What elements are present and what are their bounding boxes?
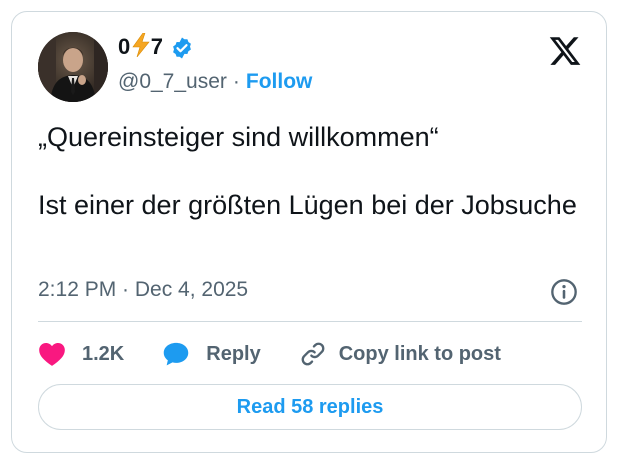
like-button[interactable]: 1.2K (38, 341, 162, 367)
link-icon (301, 342, 325, 366)
avatar[interactable] (38, 32, 108, 102)
tweet-timestamp[interactable]: 2:12 PM · Dec 4, 2025 (38, 278, 248, 302)
follow-link[interactable]: Follow (246, 70, 313, 94)
separator-dot: · (232, 70, 240, 93)
read-replies-button[interactable]: Read 58 replies (38, 384, 582, 430)
copy-link-button[interactable]: Copy link to post (299, 340, 501, 368)
tweet-text: „Quereinsteiger sind willkommen“ Ist ein… (38, 120, 578, 222)
tweet-text-line-2: Ist einer der größten Lügen bei der Jobs… (38, 190, 577, 220)
heart-icon (39, 343, 65, 366)
high-voltage-icon (132, 32, 150, 63)
reply-button[interactable]: Reply (162, 341, 298, 367)
display-name[interactable]: 07 (118, 32, 164, 63)
avatar-image (38, 32, 108, 102)
user-handle[interactable]: @0_7_user (118, 70, 227, 94)
verified-badge-icon (172, 37, 191, 59)
like-count: 1.2K (82, 342, 125, 365)
copy-link-label: Copy link to post (338, 342, 501, 365)
divider (38, 321, 582, 322)
speech-bubble-icon (164, 342, 189, 366)
info-icon[interactable] (550, 278, 578, 306)
tweet-card: 07 @0_7_user · Follow „Quereinsteiger si… (11, 11, 607, 453)
display-name-row[interactable]: 07 (118, 32, 194, 63)
action-bar: 1.2K Reply Copy link to post (38, 338, 501, 370)
reply-label: Reply (206, 342, 261, 365)
x-logo-icon[interactable] (548, 34, 582, 68)
handle-row: @0_7_user · Follow (118, 70, 312, 94)
tweet-text-line-1: „Quereinsteiger sind willkommen“ (38, 122, 439, 152)
